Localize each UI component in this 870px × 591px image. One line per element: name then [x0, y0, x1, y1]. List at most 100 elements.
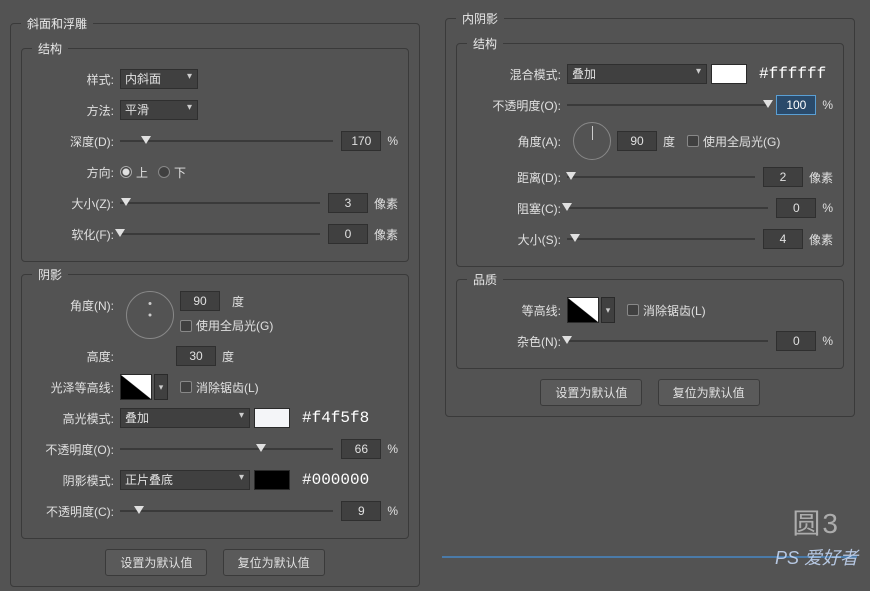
altitude-unit: 度 — [222, 348, 234, 365]
highlight-opacity-unit: % — [387, 442, 398, 456]
is-global-light-checkbox[interactable]: 使用全局光(G) — [687, 133, 780, 150]
bevel-structure-group: 结构 样式: 内斜面 方法: 平滑 深度(D): % 方向: 上 下 — [21, 40, 409, 262]
altitude-label: 高度: — [32, 348, 120, 365]
contour-picker[interactable]: ▾ — [567, 297, 615, 323]
distance-input[interactable] — [763, 167, 803, 187]
choke-unit: % — [822, 201, 833, 215]
is-opacity-label: 不透明度(O): — [467, 97, 567, 114]
soften-slider[interactable] — [120, 227, 320, 241]
angle-unit: 度 — [232, 293, 244, 310]
bevel-emboss-panel: 斜面和浮雕 结构 样式: 内斜面 方法: 平滑 深度(D): % 方向: 上 下 — [10, 15, 420, 591]
distance-slider[interactable] — [567, 170, 755, 184]
depth-input[interactable] — [341, 131, 381, 151]
highlight-mode-select[interactable]: 叠加 — [120, 408, 250, 428]
shadow-mode-select[interactable]: 正片叠底 — [120, 470, 250, 490]
is-angle-input[interactable] — [617, 131, 657, 151]
noise-label: 杂色(N): — [467, 333, 567, 350]
depth-slider[interactable] — [120, 134, 333, 148]
altitude-input[interactable] — [176, 346, 216, 366]
is-size-unit: 像素 — [809, 231, 833, 248]
is-set-default-button[interactable]: 设置为默认值 — [540, 379, 642, 406]
inner-shadow-quality-group: 品质 等高线: ▾ 消除锯齿(L) 杂色(N): % — [456, 271, 844, 369]
gloss-label: 光泽等高线: — [32, 379, 120, 396]
highlight-opacity-slider[interactable] — [120, 442, 333, 456]
is-size-slider[interactable] — [567, 232, 755, 246]
watermark-label: 圆3 — [792, 502, 840, 542]
angle-label: 角度(N): — [32, 291, 120, 314]
blend-color-text: #ffffff — [759, 65, 826, 83]
blend-color-swatch[interactable] — [711, 64, 747, 84]
shadow-opacity-input[interactable] — [341, 501, 381, 521]
style-select[interactable]: 内斜面 — [120, 69, 198, 89]
angle-input[interactable] — [180, 291, 220, 311]
direction-up-radio[interactable]: 上 — [120, 164, 148, 181]
is-opacity-input[interactable] — [776, 95, 816, 115]
highlight-mode-label: 高光模式: — [32, 410, 120, 427]
style-label: 样式: — [32, 71, 120, 88]
size-slider[interactable] — [120, 196, 320, 210]
bevel-shading-title: 阴影 — [32, 266, 68, 283]
blend-mode-select[interactable]: 叠加 — [567, 64, 707, 84]
bevel-buttons: 设置为默认值 复位为默认值 — [21, 543, 409, 576]
soften-input[interactable] — [328, 224, 368, 244]
noise-unit: % — [822, 334, 833, 348]
watermark-source: PS 爱好者 — [775, 544, 858, 570]
direction-label: 方向: — [32, 164, 120, 181]
is-reset-default-button[interactable]: 复位为默认值 — [658, 379, 760, 406]
size-label: 大小(Z): — [32, 195, 120, 212]
gloss-contour-picker[interactable]: ▾ — [120, 374, 168, 400]
bevel-title: 斜面和浮雕 — [21, 15, 93, 32]
blend-label: 混合模式: — [467, 66, 567, 83]
bevel-group-outer: 斜面和浮雕 结构 样式: 内斜面 方法: 平滑 深度(D): % 方向: 上 下 — [10, 15, 420, 587]
soften-label: 软化(F): — [32, 226, 120, 243]
depth-unit: % — [387, 134, 398, 148]
size-unit: 像素 — [374, 195, 398, 212]
depth-label: 深度(D): — [32, 133, 120, 150]
bevel-shading-group: 阴影 角度(N): 度 使用全局光(G) 高度: 度 光 — [21, 266, 409, 539]
shadow-opacity-label: 不透明度(C): — [32, 503, 120, 520]
highlight-opacity-input[interactable] — [341, 439, 381, 459]
is-size-label: 大小(S): — [467, 231, 567, 248]
is-angle-label: 角度(A): — [467, 133, 567, 150]
is-quality-title: 品质 — [467, 271, 503, 288]
antialias-checkbox[interactable]: 消除锯齿(L) — [180, 379, 259, 396]
shadow-color-swatch[interactable] — [254, 470, 290, 490]
reset-default-button[interactable]: 复位为默认值 — [223, 549, 325, 576]
direction-down-radio[interactable]: 下 — [158, 164, 186, 181]
inner-shadow-outer: 内阴影 结构 混合模式: 叠加 #ffffff 不透明度(O): % 角度(A)… — [445, 10, 855, 417]
distance-label: 距离(D): — [467, 169, 567, 186]
technique-select[interactable]: 平滑 — [120, 100, 198, 120]
highlight-color-text: #f4f5f8 — [302, 409, 369, 427]
inner-shadow-title: 内阴影 — [456, 10, 504, 27]
highlight-color-swatch[interactable] — [254, 408, 290, 428]
is-structure-title: 结构 — [467, 35, 503, 52]
is-opacity-slider[interactable] — [567, 98, 768, 112]
bevel-structure-title: 结构 — [32, 40, 68, 57]
inner-shadow-structure-group: 结构 混合模式: 叠加 #ffffff 不透明度(O): % 角度(A): 度 … — [456, 35, 844, 267]
is-angle-dial[interactable] — [573, 122, 611, 160]
choke-slider[interactable] — [567, 201, 768, 215]
shadow-opacity-unit: % — [387, 504, 398, 518]
highlight-opacity-label: 不透明度(O): — [32, 441, 120, 458]
contour-label: 等高线: — [467, 302, 567, 319]
is-antialias-checkbox[interactable]: 消除锯齿(L) — [627, 302, 706, 319]
shadow-color-text: #000000 — [302, 471, 369, 489]
technique-label: 方法: — [32, 102, 120, 119]
shadow-opacity-slider[interactable] — [120, 504, 333, 518]
global-light-checkbox[interactable]: 使用全局光(G) — [180, 317, 273, 334]
distance-unit: 像素 — [809, 169, 833, 186]
angle-dial[interactable] — [126, 291, 174, 339]
inner-shadow-panel: 内阴影 结构 混合模式: 叠加 #ffffff 不透明度(O): % 角度(A)… — [445, 10, 855, 421]
noise-input[interactable] — [776, 331, 816, 351]
is-angle-unit: 度 — [663, 133, 675, 150]
size-input[interactable] — [328, 193, 368, 213]
choke-label: 阻塞(C): — [467, 200, 567, 217]
choke-input[interactable] — [776, 198, 816, 218]
is-buttons: 设置为默认值 复位为默认值 — [456, 373, 844, 406]
is-opacity-unit: % — [822, 98, 833, 112]
noise-slider[interactable] — [567, 334, 768, 348]
is-size-input[interactable] — [763, 229, 803, 249]
shadow-mode-label: 阴影模式: — [32, 472, 120, 489]
soften-unit: 像素 — [374, 226, 398, 243]
set-default-button[interactable]: 设置为默认值 — [105, 549, 207, 576]
